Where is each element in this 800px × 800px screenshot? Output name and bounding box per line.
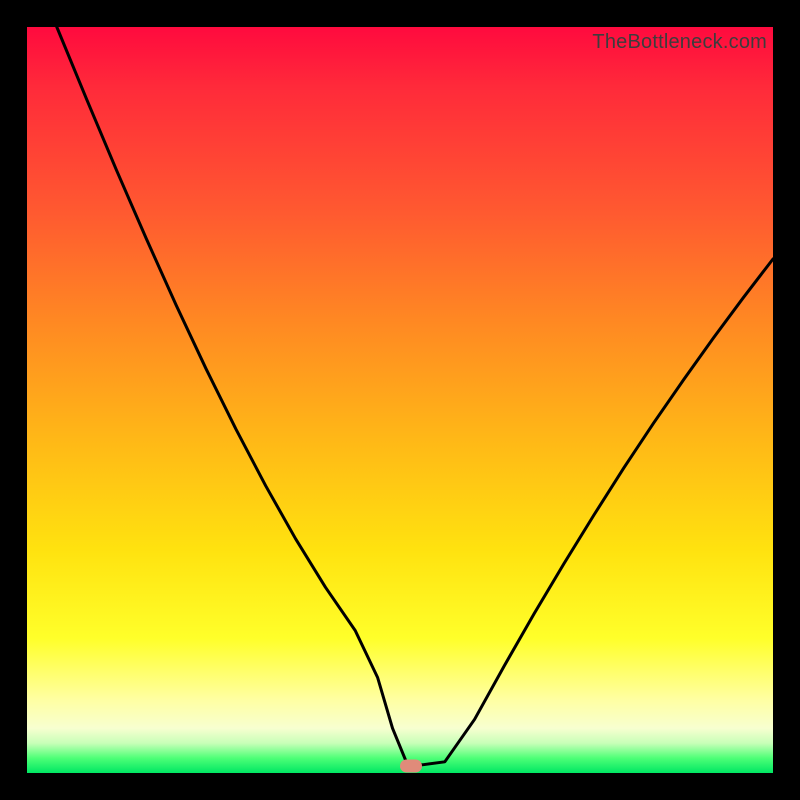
bottleneck-curve (27, 27, 773, 773)
chart-frame: TheBottleneck.com (0, 0, 800, 800)
optimal-point-marker (400, 759, 422, 772)
plot-area: TheBottleneck.com (27, 27, 773, 773)
